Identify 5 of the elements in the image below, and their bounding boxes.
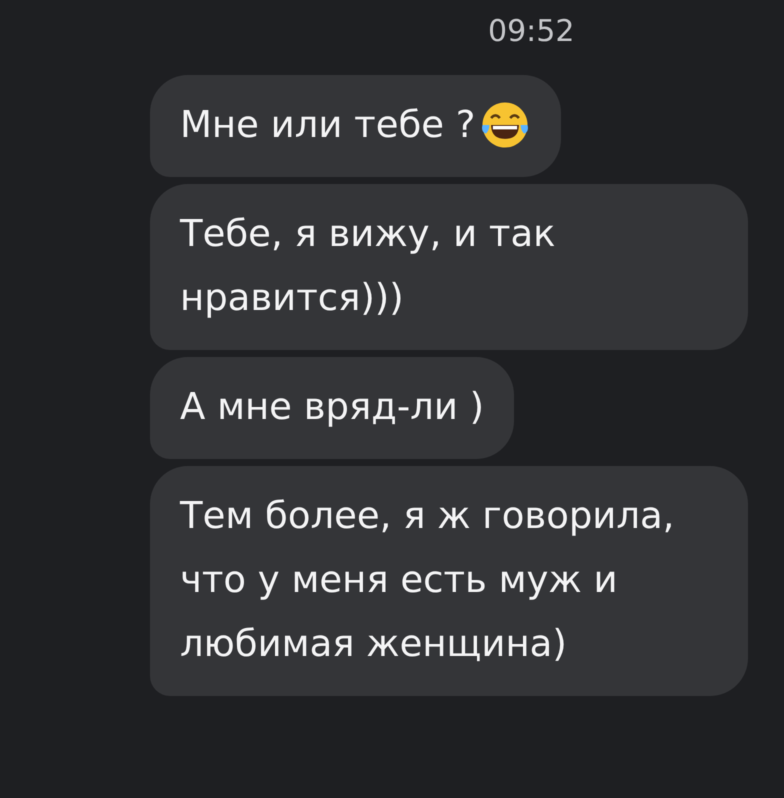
message-text: Тебе, я вижу, и так нравится))) [180, 211, 556, 321]
message-time: 09:52 [488, 14, 574, 51]
message-text: Мне или тебе ? [180, 102, 476, 148]
message-text: А мне вряд-ли ) [180, 384, 484, 430]
message-text: Тем более, я ж говорила, что у меня есть муж и любимая женщина) [180, 493, 676, 667]
